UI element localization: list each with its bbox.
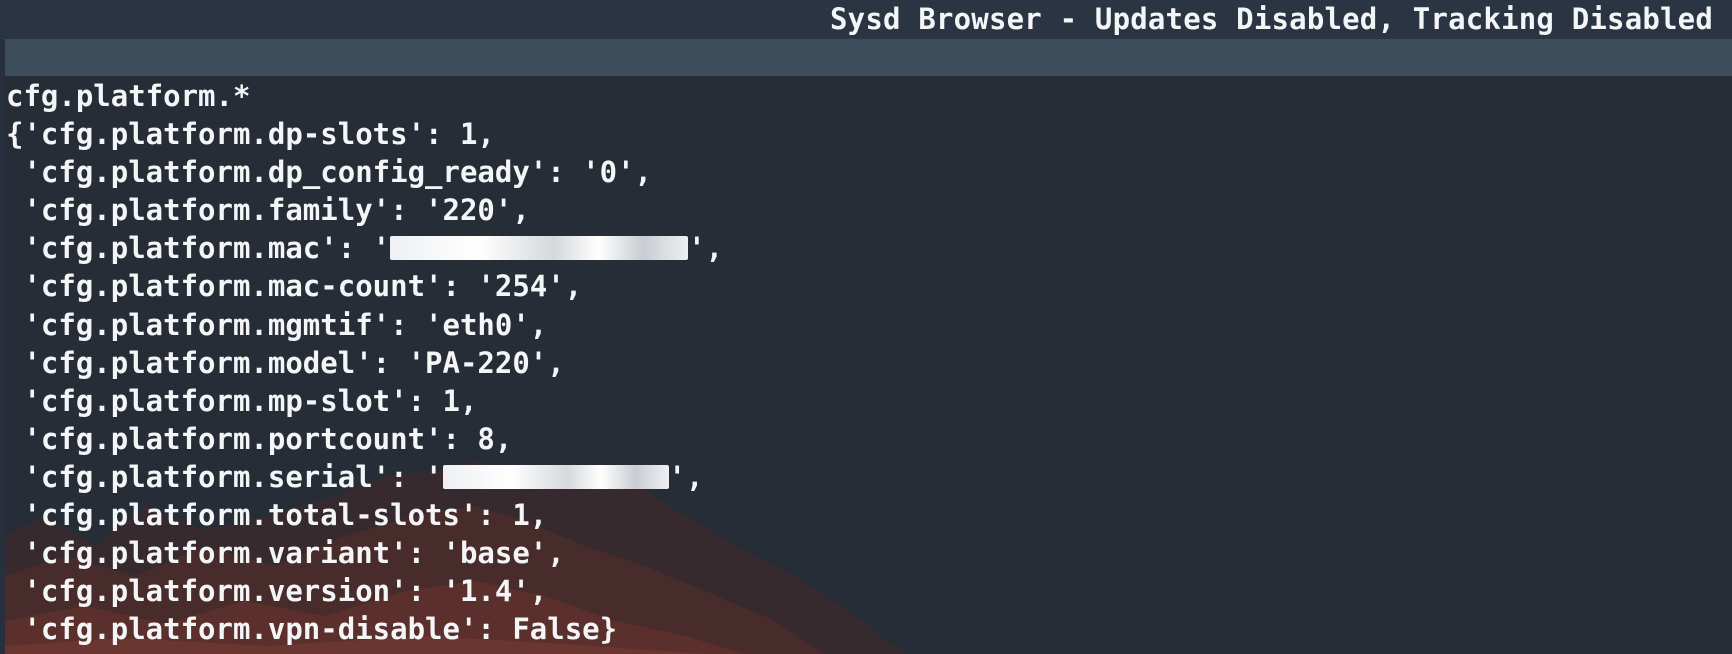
output-line-family: 'cfg.platform.family': '220',: [6, 191, 723, 229]
output-line-mp-slot: 'cfg.platform.mp-slot': 1,: [6, 382, 723, 420]
terminal-lines: cfg.platform.* {'cfg.platform.dp-slots':…: [6, 77, 723, 648]
output-line-mac-count: 'cfg.platform.mac-count': '254',: [6, 267, 723, 305]
output-line-dp-slots: {'cfg.platform.dp-slots': 1,: [6, 115, 723, 153]
output-line-mgmtif: 'cfg.platform.mgmtif': 'eth0',: [6, 306, 723, 344]
output-text: 'cfg.platform.vpn-disable': False}: [6, 612, 618, 647]
output-text: 'cfg.platform.model': 'PA-220',: [6, 345, 565, 380]
output-line-dp-config-ready: 'cfg.platform.dp_config_ready': '0',: [6, 153, 723, 191]
redacted-mac-value: [390, 236, 689, 261]
terminal-tab-bar[interactable]: [5, 39, 1732, 76]
output-text: 'cfg.platform.variant': 'base',: [6, 536, 565, 571]
terminal-command: cfg.platform.*: [6, 79, 251, 113]
output-text: 'cfg.platform.mac': ': [6, 231, 391, 266]
output-text: 'cfg.platform.dp_config_ready': '0',: [6, 155, 653, 190]
output-line-variant: 'cfg.platform.variant': 'base',: [6, 534, 723, 572]
output-text: 'cfg.platform.serial': ': [6, 459, 443, 494]
output-line-total-slots: 'cfg.platform.total-slots': 1,: [6, 496, 723, 534]
output-text: 'cfg.platform.family': '220',: [6, 193, 530, 228]
output-text: 'cfg.platform.mac-count': '254',: [6, 269, 583, 304]
terminal-output[interactable]: cfg.platform.* {'cfg.platform.dp-slots':…: [5, 76, 1732, 654]
output-text: ',: [688, 231, 724, 266]
output-line-vpn-disable: 'cfg.platform.vpn-disable': False}: [6, 610, 723, 648]
output-line-serial: 'cfg.platform.serial': ' ',: [6, 458, 723, 496]
output-line-portcount: 'cfg.platform.portcount': 8,: [6, 420, 723, 458]
output-line-version: 'cfg.platform.version': '1.4',: [6, 572, 723, 610]
window-title: Sysd Browser - Updates Disabled, Trackin…: [830, 2, 1713, 36]
output-text: ',: [668, 459, 704, 494]
redacted-serial-value: [442, 464, 669, 489]
output-text: 'cfg.platform.version': '1.4',: [6, 574, 548, 609]
output-text: 'cfg.platform.total-slots': 1,: [6, 498, 548, 533]
output-text: 'cfg.platform.mgmtif': 'eth0',: [6, 307, 548, 342]
output-text: 'cfg.platform.portcount': 8,: [6, 421, 513, 456]
output-line-model: 'cfg.platform.model': 'PA-220',: [6, 344, 723, 382]
output-text: {'cfg.platform.dp-slots': 1,: [6, 117, 495, 152]
window-titlebar: Sysd Browser - Updates Disabled, Trackin…: [0, 0, 1732, 39]
output-text: 'cfg.platform.mp-slot': 1,: [6, 383, 478, 418]
output-line-mac: 'cfg.platform.mac': ' ',: [6, 229, 723, 267]
